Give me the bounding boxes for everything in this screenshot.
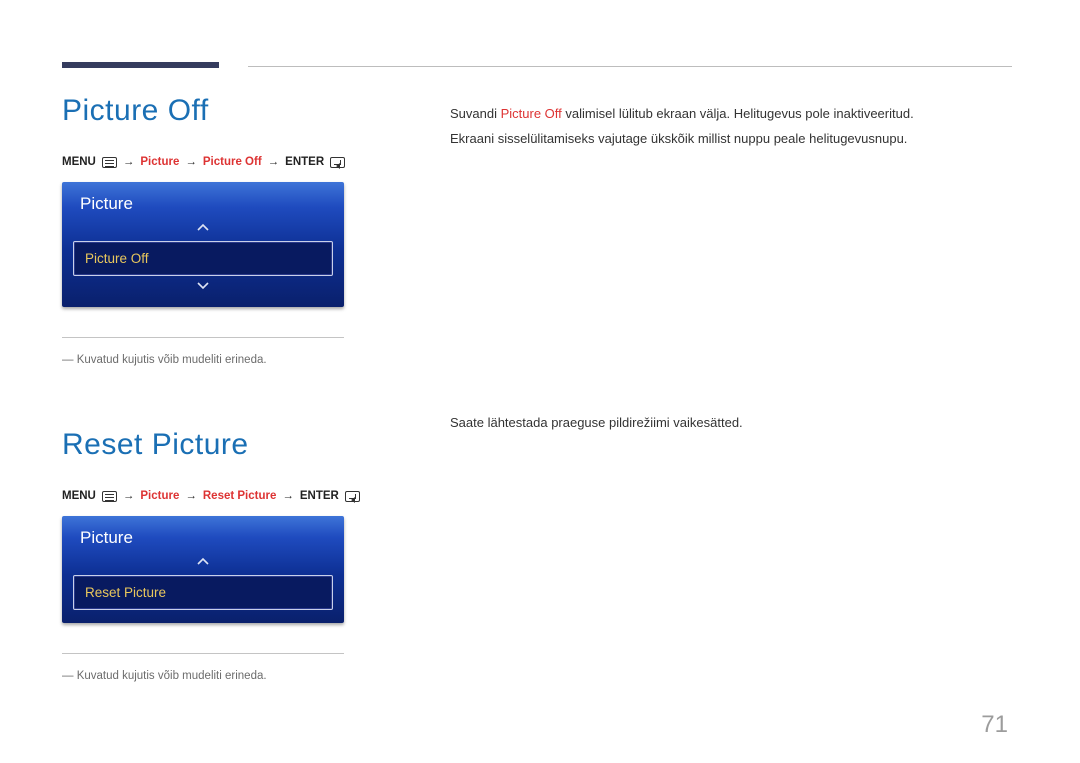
path-level-1: Picture	[140, 156, 179, 168]
chevron-up-icon[interactable]	[62, 554, 344, 572]
picture-off-description-1: Suvandi Picture Off valimisel lülitub ek…	[450, 102, 1012, 127]
page-number: 71	[981, 711, 1008, 739]
note-divider	[62, 337, 344, 338]
menu-icon	[102, 491, 117, 502]
nav-path-picture-off: MENU → Picture → Picture Off → ENTER	[62, 156, 402, 168]
osd-panel-reset-picture: Picture Reset Picture	[62, 516, 344, 623]
path-level-2: Picture Off	[203, 156, 262, 168]
note-divider	[62, 653, 344, 654]
arrow-icon: →	[123, 156, 135, 168]
path-enter-label: ENTER	[285, 156, 324, 168]
arrow-icon: →	[185, 490, 197, 502]
osd-title: Picture	[62, 182, 344, 220]
top-divider	[248, 66, 1012, 67]
reset-picture-description: Saate lähtestada praeguse pildirežiimi v…	[450, 411, 1012, 436]
section-title-picture-off: Picture Off	[62, 94, 402, 128]
enter-icon	[330, 157, 345, 168]
body-suffix: valimisel lülitub ekraan välja. Helituge…	[562, 106, 914, 121]
path-level-2: Reset Picture	[203, 490, 277, 502]
enter-icon	[345, 491, 360, 502]
arrow-icon: →	[185, 156, 197, 168]
arrow-icon: →	[268, 156, 280, 168]
osd-option-reset-picture[interactable]: Reset Picture	[74, 576, 332, 609]
picture-off-description-2: Ekraani sisselülitamiseks vajutage ükskõ…	[450, 127, 1012, 152]
chevron-up-icon[interactable]	[62, 220, 344, 238]
title-accent-bar	[62, 62, 219, 68]
image-may-vary-note: ― Kuvatud kujutis võib mudeliti erineda.	[62, 670, 402, 682]
body-highlight: Picture Off	[501, 106, 562, 121]
arrow-icon: →	[123, 490, 135, 502]
menu-icon	[102, 157, 117, 168]
section-title-reset-picture: Reset Picture	[62, 428, 402, 462]
path-enter-label: ENTER	[300, 490, 339, 502]
right-column: Suvandi Picture Off valimisel lülitub ek…	[450, 92, 1012, 682]
osd-option-picture-off[interactable]: Picture Off	[74, 242, 332, 275]
nav-path-reset-picture: MENU → Picture → Reset Picture → ENTER	[62, 490, 402, 502]
content-columns: Picture Off MENU → Picture → Picture Off…	[62, 62, 1012, 682]
path-menu-label: MENU	[62, 490, 96, 502]
path-menu-label: MENU	[62, 156, 96, 168]
osd-title: Picture	[62, 516, 344, 554]
arrow-icon: →	[282, 490, 294, 502]
left-column: Picture Off MENU → Picture → Picture Off…	[62, 92, 402, 682]
chevron-down-icon[interactable]	[62, 279, 344, 297]
path-level-1: Picture	[140, 490, 179, 502]
body-prefix: Suvandi	[450, 106, 501, 121]
image-may-vary-note: ― Kuvatud kujutis võib mudeliti erineda.	[62, 354, 402, 366]
osd-panel-picture-off: Picture Picture Off	[62, 182, 344, 307]
